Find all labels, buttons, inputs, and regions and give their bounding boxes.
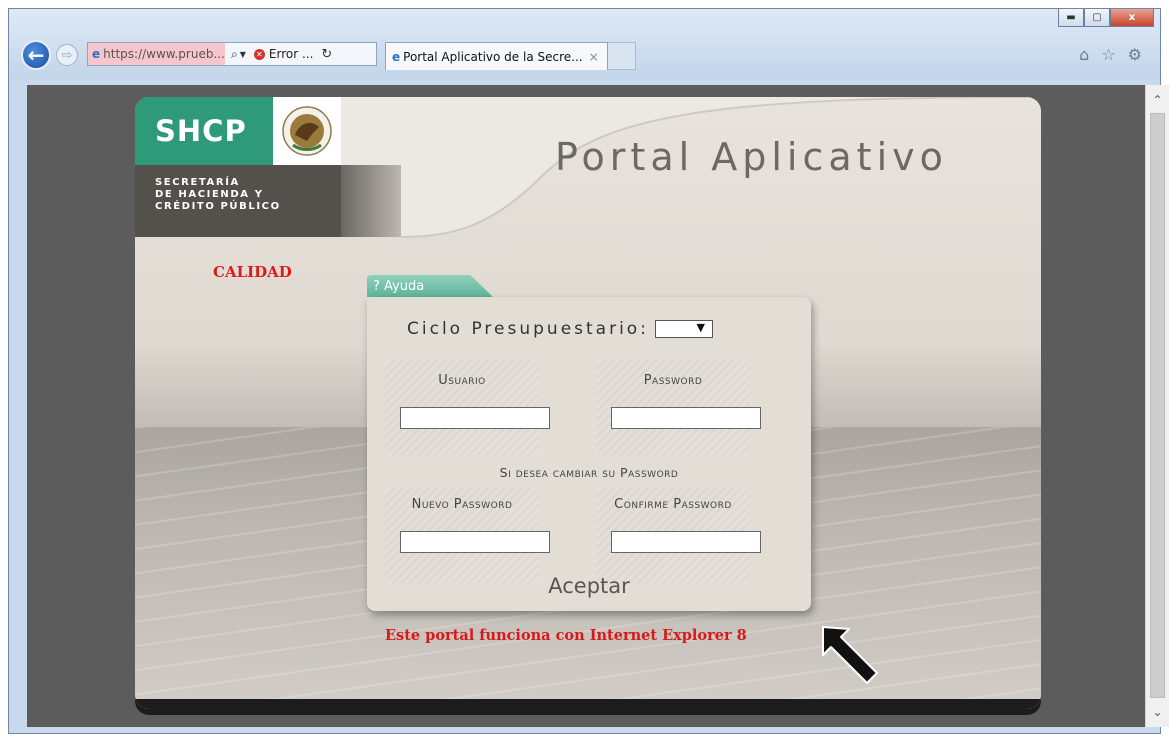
environment-label: CALIDAD <box>213 263 292 281</box>
search-icon[interactable]: ⌕ <box>231 47 238 62</box>
cert-error-label: Error ... <box>268 47 314 61</box>
ciclo-label: Ciclo Presupuestario: <box>407 319 649 339</box>
ciclo-row: Ciclo Presupuestario: ▼ <box>407 319 713 339</box>
usuario-input[interactable] <box>400 407 550 429</box>
browser-window: ▬ ▢ x ← ⇨ e https://www.prueb... ⌕ ▼ ✕ E… <box>8 8 1169 734</box>
url-field[interactable]: e https://www.prueb... <box>88 43 225 65</box>
scroll-thumb[interactable] <box>1150 113 1165 698</box>
password-input[interactable] <box>611 407 761 429</box>
portal-page: SHCP SECRETARÍA DE HACIENDA Y CRÉDITO PÚ… <box>135 97 1041 709</box>
confirm-password-label: Confirme Password <box>614 497 732 512</box>
certificate-error-button[interactable]: ✕ Error ... <box>253 47 314 61</box>
tab-title: Portal Aplicativo de la Secre... <box>403 49 583 64</box>
logo-line-3: CRÉDITO PÚBLICO <box>155 201 281 212</box>
confirm-password-group: Confirme Password <box>596 487 761 583</box>
logo-acronym: SHCP <box>135 97 273 165</box>
logo-shadow-tab <box>341 165 401 237</box>
usuario-group: Usuario <box>385 359 550 455</box>
aceptar-button[interactable]: Aceptar <box>367 574 811 598</box>
ie-icon: e <box>392 49 401 64</box>
mexico-seal-icon <box>273 97 341 165</box>
home-icon[interactable]: ⌂ <box>1079 45 1089 64</box>
tab-close-icon[interactable]: × <box>589 50 599 64</box>
logo-line-2: DE HACIENDA Y <box>155 189 264 200</box>
scroll-up-icon[interactable]: ⌃ <box>1146 89 1169 111</box>
new-password-input[interactable] <box>400 531 550 553</box>
page-title: Portal Aplicativo <box>555 135 948 179</box>
window-controls: ▬ ▢ x <box>1058 9 1154 27</box>
new-password-group: Nuevo Password <box>385 487 550 583</box>
shcp-logo: SHCP SECRETARÍA DE HACIENDA Y CRÉDITO PÚ… <box>135 97 341 237</box>
page-viewport: SHCP SECRETARÍA DE HACIENDA Y CRÉDITO PÚ… <box>27 85 1169 727</box>
minimize-button[interactable]: ▬ <box>1058 9 1084 27</box>
change-password-label: Si desea cambiar su Password <box>499 465 679 480</box>
browser-toolbar-icons: ⌂ ☆ ⚙ <box>1079 45 1142 64</box>
url-text: https://www.prueb... <box>103 47 225 61</box>
login-form: Ciclo Presupuestario: ▼ Usuario Password… <box>367 297 811 611</box>
new-password-label: Nuevo Password <box>411 497 513 512</box>
back-icon[interactable]: ← <box>21 40 51 70</box>
ie-icon: e <box>92 47 101 61</box>
usuario-label: Usuario <box>438 373 486 388</box>
maximize-button[interactable]: ▢ <box>1084 9 1110 27</box>
password-group: Password <box>596 359 761 455</box>
help-tab[interactable]: ? Ayuda <box>367 275 493 297</box>
gear-icon[interactable]: ⚙ <box>1128 45 1142 64</box>
favorites-star-icon[interactable]: ☆ <box>1101 45 1115 64</box>
forward-icon[interactable]: ⇨ <box>56 44 78 66</box>
chevron-down-icon: ▼ <box>696 321 708 334</box>
arrow-pointer-icon <box>822 626 878 684</box>
logo-subtitle: SECRETARÍA DE HACIENDA Y CRÉDITO PÚBLICO <box>135 165 341 237</box>
address-bar[interactable]: e https://www.prueb... ⌕ ▼ ✕ Error ... ↻ <box>87 42 377 66</box>
page-bottom-bar <box>135 699 1041 709</box>
ie8-notice: Este portal funciona con Internet Explor… <box>385 627 747 644</box>
new-tab-button[interactable] <box>608 42 636 70</box>
browser-titlebar: ▬ ▢ x ← ⇨ e https://www.prueb... ⌕ ▼ ✕ E… <box>9 9 1160 79</box>
logo-line-1: SECRETARÍA <box>155 177 240 188</box>
password-label: Password <box>643 373 703 388</box>
refresh-icon[interactable]: ↻ <box>321 47 332 62</box>
cert-error-icon: ✕ <box>253 48 265 60</box>
confirm-password-input[interactable] <box>611 531 761 553</box>
chevron-down-icon[interactable]: ▼ <box>240 50 246 59</box>
ciclo-select[interactable]: ▼ <box>654 320 713 338</box>
vertical-scrollbar[interactable]: ⌃ ⌄ <box>1145 85 1169 727</box>
close-button[interactable]: x <box>1110 9 1154 27</box>
scroll-down-icon[interactable]: ⌄ <box>1146 701 1169 723</box>
tab-portal-aplicativo[interactable]: e Portal Aplicativo de la Secre... × <box>385 42 608 70</box>
